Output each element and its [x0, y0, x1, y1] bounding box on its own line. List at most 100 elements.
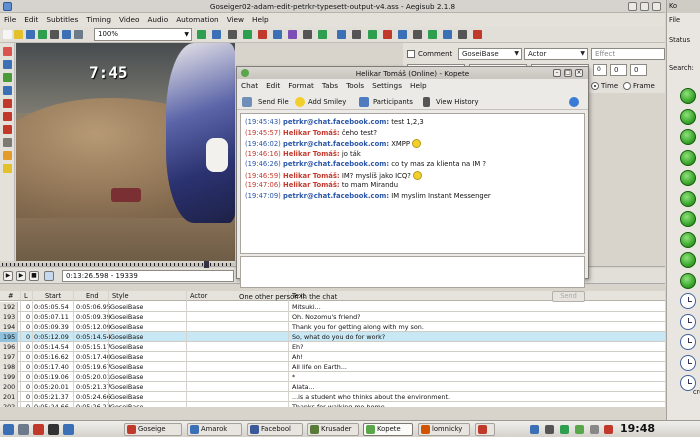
- seek-knob[interactable]: [204, 261, 209, 268]
- tray-power-icon[interactable]: [604, 425, 613, 434]
- minimize-icon[interactable]: [628, 2, 637, 11]
- toolbar-icon-26[interactable]: [473, 30, 482, 39]
- table-row[interactable]: 194 0 0:05:09.39 0:05:12.09 GoseiBase Thank y…: [0, 322, 665, 332]
- view-history-button[interactable]: View History: [423, 96, 478, 108]
- toolbar-icon-9[interactable]: [212, 30, 221, 39]
- send-file-button[interactable]: Send File: [242, 96, 289, 108]
- add-smiley-button[interactable]: Add Smiley: [295, 96, 346, 108]
- taskbar-button-amarok[interactable]: Amarok: [187, 423, 242, 436]
- actor-select[interactable]: Actor ▼: [524, 48, 588, 60]
- play-icon[interactable]: ▶: [3, 271, 13, 281]
- toolbar-icon-4[interactable]: [38, 30, 47, 39]
- taskbar-button-kopete[interactable]: Kopete: [363, 423, 413, 436]
- clip-tool-icon[interactable]: [2, 112, 12, 121]
- toolbar-icon-1[interactable]: [3, 30, 12, 39]
- menu-edit[interactable]: Edit: [20, 13, 42, 26]
- rotate-xy-tool-icon[interactable]: [2, 86, 12, 95]
- kopete-menu-edit[interactable]: Edit: [262, 79, 284, 92]
- online-contact-icon[interactable]: [680, 129, 696, 145]
- comment-checkbox[interactable]: [407, 50, 415, 58]
- stop-icon[interactable]: ■: [29, 271, 39, 281]
- desktop-icon[interactable]: [18, 424, 29, 435]
- online-contact-icon[interactable]: [680, 211, 696, 227]
- table-row[interactable]: 197 0 0:05:16.62 0:05:17.40 GoseiBase Ah!: [0, 352, 665, 362]
- zoom-select[interactable]: 100% ▼: [94, 28, 192, 41]
- table-row[interactable]: 202 0 0:05:24.66 0:05:26.23 GoseiBase Thanks …: [0, 402, 665, 407]
- toolbar-icon-7[interactable]: [74, 30, 83, 39]
- toolbar-icon-12[interactable]: [258, 30, 267, 39]
- taskbar-button-facebool[interactable]: Facebool: [247, 423, 303, 436]
- files-icon[interactable]: [63, 424, 74, 435]
- send-button[interactable]: Send: [552, 291, 585, 302]
- close-icon[interactable]: [652, 2, 661, 11]
- online-contact-icon[interactable]: [680, 149, 696, 166]
- toolbar-icon-16[interactable]: [318, 30, 327, 39]
- kopete-menu-format[interactable]: Format: [284, 79, 318, 92]
- away-clock-icon[interactable]: [680, 313, 696, 330]
- toolbar-icon-18[interactable]: [352, 30, 361, 39]
- tray-battery-icon[interactable]: [590, 425, 599, 434]
- kopete-menu-settings[interactable]: Settings: [368, 79, 406, 92]
- table-row[interactable]: 201 0 0:05:21.37 0:05:24.66 GoseiBase ...is a…: [0, 392, 665, 402]
- online-contact-icon[interactable]: [680, 190, 696, 207]
- toolbar-icon-15[interactable]: [303, 30, 312, 39]
- menu-subtitles[interactable]: Subtitles: [42, 13, 82, 26]
- kde-help-button[interactable]: [569, 96, 581, 108]
- taskbar-button-krusader[interactable]: Krusader: [307, 423, 359, 436]
- kopete-menu-help[interactable]: Help: [406, 79, 431, 92]
- margin-r-field[interactable]: 0: [610, 64, 627, 76]
- toolbar-icon-6[interactable]: [62, 30, 71, 39]
- table-row[interactable]: 196 0 0:05:14.54 0:05:15.17 GoseiBase Eh?: [0, 342, 665, 352]
- taskbar-button-lomnicky[interactable]: lomnicky: [418, 423, 470, 436]
- tray-flag-icon[interactable]: [530, 425, 539, 434]
- menu-video[interactable]: Video: [115, 13, 143, 26]
- drag-tool-icon[interactable]: [2, 60, 12, 69]
- realtime-tool-icon[interactable]: [2, 138, 12, 147]
- toolbar-icon-23[interactable]: [428, 30, 437, 39]
- table-row[interactable]: 193 0 0:05:07.11 0:05:09.39 GoseiBase Oh. Noz…: [0, 312, 665, 322]
- maximize-icon[interactable]: [640, 2, 649, 11]
- tray-network-icon[interactable]: [560, 425, 569, 434]
- online-contact-icon[interactable]: [680, 108, 696, 125]
- menu-help[interactable]: Help: [248, 13, 273, 26]
- online-contact-icon[interactable]: [680, 252, 696, 268]
- kopete-menu-tools[interactable]: Tools: [342, 79, 368, 92]
- frame-radio[interactable]: [623, 82, 631, 90]
- table-row[interactable]: 192 0 0:05:05.54 0:05:06.95 GoseiBase Mitsuki…: [0, 302, 665, 312]
- toolbar-icon-25[interactable]: [458, 30, 467, 39]
- toolbar-icon-2[interactable]: [14, 30, 23, 39]
- autoscroll-icon[interactable]: [44, 271, 54, 281]
- chat-history[interactable]: (19:45:43) petrkr@chat.facebook.com: tes…: [240, 113, 585, 254]
- message-input[interactable]: [240, 256, 585, 288]
- tray-chat-icon[interactable]: [575, 425, 584, 434]
- toolbar-icon-11[interactable]: [243, 30, 252, 39]
- toolbar-icon-19[interactable]: [368, 30, 377, 39]
- taskbar-button-extra[interactable]: [475, 423, 495, 436]
- kopete-menu-tabs[interactable]: Tabs: [318, 79, 342, 92]
- menu-file[interactable]: File: [0, 13, 20, 26]
- minimize-icon[interactable]: –: [553, 69, 561, 77]
- toolbar-icon-5[interactable]: [50, 30, 59, 39]
- menu-view[interactable]: View: [223, 13, 248, 26]
- toolbar-icon-13[interactable]: [273, 30, 282, 39]
- margin-l-field[interactable]: 0: [593, 64, 607, 76]
- online-contact-icon[interactable]: [680, 231, 696, 248]
- status-label[interactable]: Status: [669, 36, 690, 44]
- toolbar-icon-8[interactable]: [197, 30, 206, 39]
- browser-icon[interactable]: [33, 424, 44, 435]
- menu-timing[interactable]: Timing: [82, 13, 115, 26]
- away-clock-icon[interactable]: [680, 354, 696, 371]
- tray-volume-icon[interactable]: [545, 425, 554, 434]
- table-row[interactable]: 200 0 0:05:20.01 0:05:21.37 GoseiBase Alata..…: [0, 382, 665, 392]
- table-row[interactable]: 199 0 0:05:19.06 0:05:20.01 GoseiBase *: [0, 372, 665, 382]
- scale-tool-icon[interactable]: [2, 99, 12, 108]
- kopete-menu-chat[interactable]: Chat: [237, 79, 262, 92]
- vector-clip-tool-icon[interactable]: [2, 125, 12, 134]
- margin-v-field[interactable]: 0: [630, 64, 647, 76]
- time-radio[interactable]: [591, 82, 599, 90]
- menu-audio[interactable]: Audio: [143, 13, 172, 26]
- toolbar-icon-20[interactable]: [383, 30, 392, 39]
- away-clock-icon[interactable]: [680, 293, 696, 309]
- crosshair-tool-icon[interactable]: [2, 47, 12, 56]
- settings-tool-icon[interactable]: [2, 151, 12, 160]
